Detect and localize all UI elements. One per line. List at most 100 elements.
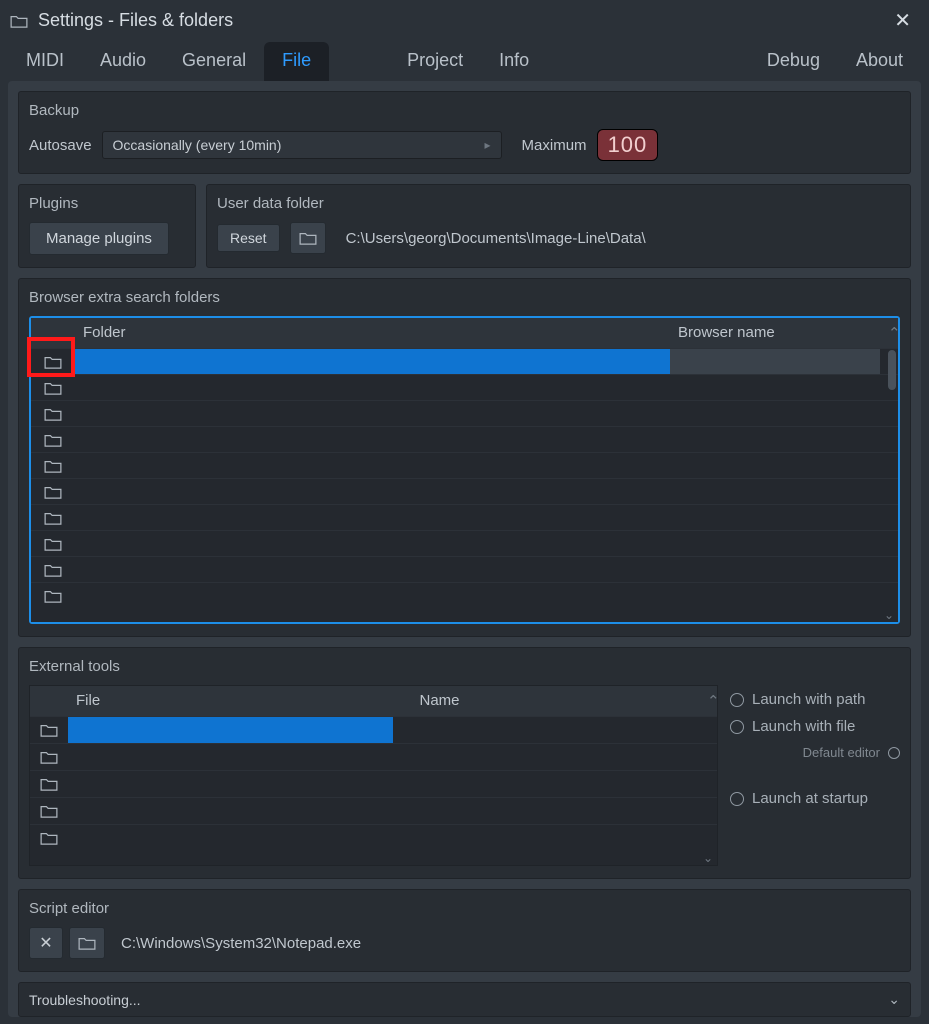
folder-icon [44,355,62,369]
folder-path-cell[interactable] [75,557,670,582]
tab-about[interactable]: About [838,42,921,81]
radio-icon [730,693,744,707]
panel-title-script: Script editor [29,900,900,917]
browse-userdata-button[interactable] [290,222,326,254]
panel-external-tools: External tools File Name ⌃ ⌄ Launch with… [18,647,911,879]
table-row[interactable] [31,530,898,556]
browser-name-cell[interactable] [670,453,880,478]
name-cell[interactable] [393,717,700,743]
troubleshooting-expander[interactable]: Troubleshooting... ⌄ [18,982,911,1017]
name-cell[interactable] [393,744,700,770]
folder-path-cell[interactable] [75,349,670,374]
panel-title-plugins: Plugins [29,195,185,212]
external-tools-table: File Name ⌃ ⌄ [29,685,718,866]
table-row[interactable] [31,374,898,400]
browser-name-cell[interactable] [670,375,880,400]
browser-name-cell[interactable] [670,583,880,608]
browser-table-header: Folder Browser name ⌃ [31,318,898,348]
folder-icon [40,831,58,845]
close-button[interactable]: ✕ [886,6,919,35]
browse-script-button[interactable] [69,927,105,959]
opt-launch-file[interactable]: Launch with file [730,718,900,735]
file-cell[interactable] [68,798,393,824]
tab-midi[interactable]: MIDI [8,42,82,81]
tab-project[interactable]: Project [389,42,481,81]
folder-path-cell[interactable] [75,401,670,426]
content-area: Backup Autosave Occasionally (every 10mi… [8,81,921,1017]
radio-icon [888,747,900,759]
table-row[interactable] [31,582,898,608]
file-cell[interactable] [68,717,393,743]
tab-general[interactable]: General [164,42,264,81]
table-row[interactable] [30,797,717,824]
folder-path-cell[interactable] [75,531,670,556]
panel-title-backup: Backup [29,102,900,119]
panel-title-external: External tools [29,658,900,675]
tab-debug[interactable]: Debug [749,42,838,81]
table-row[interactable] [31,452,898,478]
name-cell[interactable] [393,825,700,851]
opt-launch-path[interactable]: Launch with path [730,691,900,708]
table-row[interactable] [30,716,717,743]
browser-name-cell[interactable] [670,557,880,582]
file-cell[interactable] [68,744,393,770]
browser-name-cell[interactable] [670,531,880,556]
panel-script-editor: Script editor ✕ C:\Windows\System32\Note… [18,889,911,972]
name-cell[interactable] [393,771,700,797]
folder-path-cell[interactable] [75,375,670,400]
tabs-bar: MIDI Audio General File Project Info Deb… [0,41,929,81]
folder-icon [44,563,62,577]
browser-name-cell[interactable] [670,349,880,374]
external-options: Launch with path Launch with file Defaul… [730,685,900,866]
scroll-up-icon[interactable]: ⌃ [699,686,717,716]
clear-script-button[interactable]: ✕ [29,927,63,959]
opt-default-editor[interactable]: Default editor [730,745,900,760]
folder-icon [40,723,58,737]
table-row[interactable] [31,426,898,452]
table-row[interactable] [30,743,717,770]
col-folder: Folder [75,318,670,348]
autosave-dropdown[interactable]: Occasionally (every 10min) ▸ [102,131,502,159]
table-row[interactable] [31,504,898,530]
folder-path-cell[interactable] [75,479,670,504]
manage-plugins-button[interactable]: Manage plugins [29,222,169,255]
panel-userdata: User data folder Reset C:\Users\georg\Do… [206,184,911,268]
troubleshooting-label: Troubleshooting... [29,992,141,1008]
folder-path-cell[interactable] [75,427,670,452]
file-cell[interactable] [68,825,393,851]
browser-folders-table: Folder Browser name ⌃ ⌄ [29,316,900,624]
tab-file[interactable]: File [264,42,329,81]
table-row[interactable] [31,478,898,504]
scrollbar-thumb[interactable] [888,350,896,390]
folder-icon [10,14,28,28]
folder-icon [40,804,58,818]
browser-name-cell[interactable] [670,401,880,426]
folder-path-cell[interactable] [75,453,670,478]
maximum-value[interactable]: 100 [597,129,659,161]
tab-audio[interactable]: Audio [82,42,164,81]
table-row[interactable] [31,400,898,426]
userdata-path: C:\Users\georg\Documents\Image-Line\Data… [336,230,646,247]
browser-name-cell[interactable] [670,427,880,452]
browser-name-cell[interactable] [670,505,880,530]
scroll-down-icon[interactable]: ⌄ [31,608,898,622]
scroll-up-icon[interactable]: ⌃ [880,318,898,348]
table-row[interactable] [31,348,898,374]
folder-path-cell[interactable] [75,583,670,608]
maximum-label: Maximum [522,137,587,154]
folder-path-cell[interactable] [75,505,670,530]
file-cell[interactable] [68,771,393,797]
scroll-down-icon[interactable]: ⌄ [30,851,717,865]
folder-icon [44,459,62,473]
chevron-down-icon: ⌄ [888,991,900,1008]
table-row[interactable] [30,824,717,851]
col-file: File [68,686,412,716]
table-row[interactable] [30,770,717,797]
opt-launch-startup[interactable]: Launch at startup [730,790,900,807]
reset-button[interactable]: Reset [217,224,280,252]
folder-icon [44,381,62,395]
table-row[interactable] [31,556,898,582]
browser-name-cell[interactable] [670,479,880,504]
name-cell[interactable] [393,798,700,824]
tab-info[interactable]: Info [481,42,547,81]
